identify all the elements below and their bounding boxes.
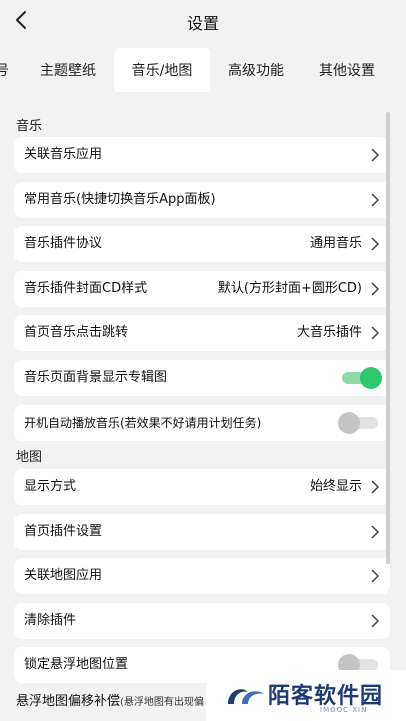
chevron-right-icon [371,614,380,628]
setting-label: 音乐插件协议 [24,236,103,251]
setting-note: (悬浮地图有出现偏 [120,697,204,708]
setting-label: 悬浮地图偏移补偿 [16,694,121,709]
setting-home-plugin[interactable]: 首页插件设置 [14,514,390,550]
tab-music-map[interactable]: 音乐/地图 [114,48,210,92]
setting-value: 大音乐插件 [296,325,362,340]
setting-value: 默认(方形封面+圆形CD) [217,281,362,296]
setting-linked-map-app[interactable]: 关联地图应用 [14,558,390,594]
setting-label: 关联地图应用 [24,568,103,583]
setting-clear-plugin[interactable]: 清除插件 [14,603,390,639]
toggle-knob [338,412,360,434]
chevron-right-icon [371,326,380,340]
tab-bar: 号 主题壁纸 音乐/地图 高级功能 其他设置 [0,48,406,92]
setting-label: 首页音乐点击跳转 [24,325,129,340]
tab-theme-wallpaper[interactable]: 主题壁纸 [24,48,112,92]
setting-value: 通用音乐 [309,236,362,251]
setting-home-music-click[interactable]: 首页音乐点击跳转 大音乐插件 [14,315,390,351]
setting-label: 音乐页面背景显示专辑图 [24,370,168,385]
setting-label: 关联音乐应用 [24,147,103,162]
setting-cd-cover-style[interactable]: 音乐插件封面CD样式 默认(方形封面+圆形CD) [14,271,390,307]
tab-partial[interactable]: 号 [0,48,12,92]
setting-label: 音乐插件封面CD样式 [24,281,148,296]
watermark-logo-icon [228,689,264,704]
setting-display-mode[interactable]: 显示方式 始终显示 [14,469,390,505]
setting-label: 显示方式 [24,479,77,494]
tab-advanced[interactable]: 高级功能 [212,48,300,92]
watermark: 陌客软件园 IMOOC XIN [206,670,406,721]
setting-label: 常用音乐(快捷切换音乐App面板) [24,192,216,207]
chevron-right-icon [371,193,380,207]
autoplay-toggle[interactable] [338,412,378,434]
chevron-right-icon [371,525,380,539]
chevron-right-icon [371,480,380,494]
section-title-music: 音乐 [16,119,43,134]
page-title: 设置 [186,14,219,33]
setting-label: 开机自动播放音乐(若效果不好请用计划任务) [24,416,262,430]
setting-music-plugin-protocol[interactable]: 音乐插件协议 通用音乐 [14,226,390,262]
top-bar: 设置 [0,0,406,40]
chevron-right-icon [371,282,380,296]
setting-map-offset-partial[interactable]: 悬浮地图偏移补偿(悬浮地图有出现偏 [16,690,204,709]
toggle-knob [360,367,382,389]
scrollbar[interactable] [386,112,390,564]
watermark-subtext: IMOOC XIN [320,706,368,714]
setting-album-background: 音乐页面背景显示专辑图 [14,360,390,396]
album-background-toggle[interactable] [342,367,382,389]
setting-common-music[interactable]: 常用音乐(快捷切换音乐App面板) [14,182,390,218]
setting-label: 清除插件 [24,613,77,628]
section-title-map: 地图 [16,450,43,465]
setting-value: 始终显示 [309,479,362,494]
chevron-right-icon [371,148,380,162]
tab-other-settings[interactable]: 其他设置 [302,48,392,92]
setting-linked-music-app[interactable]: 关联音乐应用 [14,137,390,173]
chevron-right-icon [371,237,380,251]
chevron-right-icon [371,569,380,583]
setting-label: 首页插件设置 [24,524,103,539]
setting-label: 锁定悬浮地图位置 [24,657,129,672]
setting-autoplay-on-boot: 开机自动播放音乐(若效果不好请用计划任务) [14,405,390,441]
